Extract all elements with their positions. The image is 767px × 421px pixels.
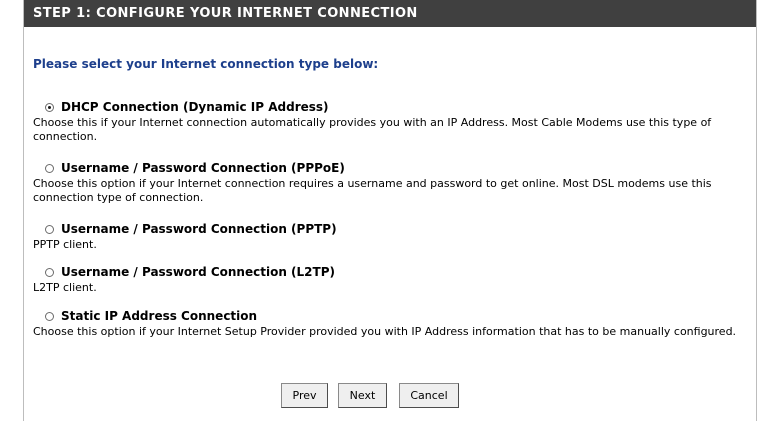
option-l2tp: Username / Password Connection (L2TP) L2…	[33, 264, 748, 295]
wizard-panel: STEP 1: CONFIGURE YOUR INTERNET CONNECTI…	[23, 0, 757, 421]
wizard-buttons: Prev Next Cancel	[24, 383, 756, 408]
step-header: STEP 1: CONFIGURE YOUR INTERNET CONNECTI…	[24, 0, 756, 27]
option-pppoe: Username / Password Connection (PPPoE) C…	[33, 160, 748, 205]
option-pppoe-desc: Choose this option if your Internet conn…	[33, 177, 712, 204]
option-pppoe-title[interactable]: Username / Password Connection (PPPoE)	[61, 161, 345, 175]
option-static-ip: Static IP Address Connection Choose this…	[33, 308, 748, 339]
option-dhcp: DHCP Connection (Dynamic IP Address) Cho…	[33, 99, 748, 144]
radio-dhcp[interactable]	[45, 102, 54, 112]
radio-pptp[interactable]	[45, 224, 54, 234]
option-static-ip-title[interactable]: Static IP Address Connection	[61, 309, 257, 323]
option-pptp: Username / Password Connection (PPTP) PP…	[33, 221, 748, 252]
option-pptp-desc: PPTP client.	[33, 238, 97, 251]
option-pptp-title[interactable]: Username / Password Connection (PPTP)	[61, 222, 337, 236]
option-dhcp-title[interactable]: DHCP Connection (Dynamic IP Address)	[61, 100, 329, 114]
prev-button[interactable]: Prev	[281, 383, 328, 408]
radio-l2tp[interactable]	[45, 267, 54, 277]
option-static-ip-desc: Choose this option if your Internet Setu…	[33, 325, 737, 338]
connection-type-prompt: Please select your Internet connection t…	[33, 57, 379, 71]
option-l2tp-desc: L2TP client.	[33, 281, 97, 294]
cancel-button[interactable]: Cancel	[399, 383, 459, 408]
radio-static-ip[interactable]	[45, 311, 54, 321]
option-dhcp-desc: Choose this if your Internet connection …	[33, 116, 712, 143]
radio-pppoe[interactable]	[45, 163, 54, 173]
next-button[interactable]: Next	[338, 383, 387, 408]
option-l2tp-title[interactable]: Username / Password Connection (L2TP)	[61, 265, 335, 279]
